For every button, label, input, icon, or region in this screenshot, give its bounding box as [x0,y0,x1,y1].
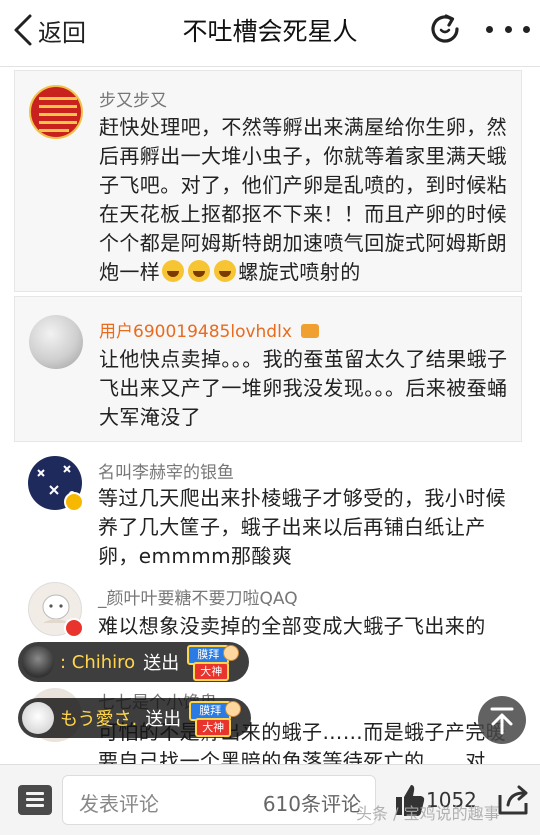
vip-badge-icon [64,618,84,638]
comment-text: 赶快处理吧，不然等孵出来满屋给你生卵，然后再孵出一大堆小虫子，你就等着家里满天蛾… [99,113,509,287]
comment-input-placeholder: 发表评论 [79,792,159,816]
comment-card: 步又步又 赶快处理吧，不然等孵出来满屋给你生卵，然后再孵出一大堆小虫子，你就等着… [14,70,522,292]
top-bar: 返回 不吐槽会死星人 [0,0,540,67]
comment-input[interactable]: 发表评论 610条评论 [62,775,376,825]
vip-crown-icon [301,324,320,338]
scroll-to-top-button[interactable] [478,696,526,744]
laugh-cry-emoji-icon [162,260,185,282]
avatar [22,702,54,734]
gift-action: 送出 [145,709,182,730]
refresh-icon[interactable] [424,8,466,50]
comment-text-end: 螺旋式喷射的 [238,260,361,284]
comment-username[interactable]: 步又步又 [99,86,167,111]
verified-badge-icon [64,492,84,512]
comment-text-main: 赶快处理吧，不然等孵出来满屋给你生卵，然后再孵出一大堆小虫子，你就等着家里满天蛾… [99,115,507,284]
more-options-icon[interactable] [486,16,530,42]
avatar[interactable] [29,315,83,369]
arrow-up-icon [490,707,514,735]
watermark: 头条 / 宝鸡说的趣事 [356,804,500,823]
gift-sender-name: もう愛さ. [60,709,138,730]
avatar[interactable] [29,85,83,139]
comment-username[interactable]: _颜叶叶要糖不要刀啦QAQ [98,584,298,609]
gift-sender-name: : Chihiro [60,651,136,673]
comment-count[interactable]: 610条评论 [263,788,361,817]
avatar [22,646,54,678]
laugh-cry-emoji-icon [214,260,237,282]
comment-card: 用户690019485lovhdlx 让他快点卖掉。。。我的蚕茧留太久了结果蛾子… [14,296,522,442]
comment-text: 让他快点卖掉。。。我的蚕茧留太久了结果蛾子飞出来又产了一堆卵我没发现。。。后来被… [99,347,508,429]
gift-action: 送出 [143,653,180,674]
gift-notification: もう愛さ. 送出 膜拜 大神 [18,698,252,738]
share-icon[interactable] [496,781,530,817]
list-menu-icon[interactable] [18,785,52,815]
worship-gift-icon: 膜拜 大神 [189,701,242,737]
worship-gift-icon: 膜拜 大神 [187,645,240,681]
comment-username[interactable]: 用户690019485lovhdlx [99,317,320,342]
avatar-pattern [39,97,77,132]
comment-text: 难以想象没卖掉的全部变成大蛾子飞出来的 [98,614,486,638]
comment-item: 名叫李赫宰的银鱼 等过几天爬出来扑棱蛾子才够受的，我小时候养了几大筐子，蛾子出来… [0,448,540,576]
comment-text: 等过几天爬出来扑棱蛾子才够受的，我小时候养了几大筐子，蛾子出来以后再铺白纸让产卵… [98,486,506,568]
comment-username[interactable]: 名叫李赫宰的银鱼 [98,458,234,483]
gift-notification: : Chihiro 送出 膜拜 大神 [18,642,250,682]
laugh-cry-emoji-icon [188,260,211,282]
